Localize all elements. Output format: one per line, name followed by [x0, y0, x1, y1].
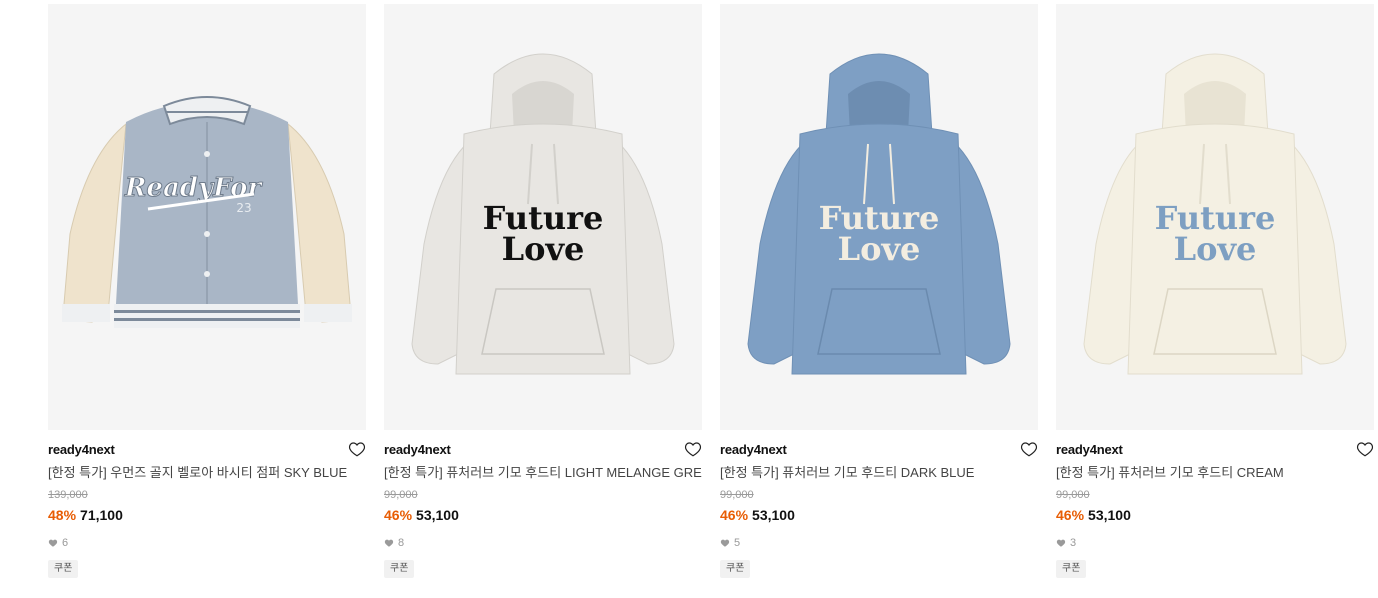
- svg-text:Love: Love: [1174, 230, 1257, 268]
- product-image[interactable]: ReadyFor 23: [48, 4, 366, 430]
- product-title[interactable]: [한정 특가] 우먼즈 골지 벨로아 바시티 점퍼 SKY BLUE: [48, 465, 366, 481]
- like-count-value: 5: [734, 537, 741, 549]
- sale-price: 71,100: [80, 507, 123, 523]
- original-price: 99,000: [384, 489, 418, 501]
- coupon-badge: 쿠폰: [1056, 560, 1087, 578]
- price-row: 46% 53,100: [384, 506, 702, 524]
- price-row: 46% 53,100: [720, 506, 1038, 524]
- heart-filled-icon: [720, 539, 730, 547]
- heart-filled-icon: [384, 539, 394, 547]
- like-count: 6: [48, 536, 366, 550]
- discount-rate: 46%: [1056, 507, 1085, 523]
- product-grid: ReadyFor 23 ready4next [한정 특가] 우먼즈 골지 벨로…: [0, 0, 1378, 598]
- sale-price: 53,100: [1088, 507, 1131, 523]
- like-count-value: 6: [62, 537, 69, 549]
- discount-rate: 48%: [48, 507, 77, 523]
- original-price: 99,000: [720, 489, 754, 501]
- heart-filled-icon: [1056, 539, 1066, 547]
- like-count-value: 8: [398, 537, 405, 549]
- heart-filled-icon: [48, 539, 58, 547]
- wishlist-heart-icon[interactable]: [1020, 440, 1038, 458]
- product-card[interactable]: Future Love ready4next [한정 특가] 퓨처러브 기모 후…: [720, 4, 1038, 578]
- varsity-jacket-illustration: ReadyFor 23: [62, 96, 352, 328]
- brand-name[interactable]: ready4next: [48, 442, 366, 458]
- like-count-value: 3: [1070, 537, 1077, 549]
- price-row: 46% 53,100: [1056, 506, 1374, 524]
- discount-rate: 46%: [384, 507, 413, 523]
- brand-name[interactable]: ready4next: [720, 442, 1038, 458]
- product-image[interactable]: Future Love: [384, 4, 702, 430]
- sale-price: 53,100: [752, 507, 795, 523]
- like-count: 8: [384, 536, 702, 550]
- svg-text:Love: Love: [838, 230, 921, 268]
- product-card[interactable]: ReadyFor 23 ready4next [한정 특가] 우먼즈 골지 벨로…: [48, 4, 366, 578]
- svg-text:Love: Love: [502, 230, 585, 268]
- wishlist-heart-icon[interactable]: [1356, 440, 1374, 458]
- coupon-badge: 쿠폰: [384, 560, 415, 578]
- sale-price: 53,100: [416, 507, 459, 523]
- product-title[interactable]: [한정 특가] 퓨처러브 기모 후드티 CREAM: [1056, 465, 1374, 481]
- price-row: 48% 71,100: [48, 506, 366, 524]
- like-count: 5: [720, 536, 1038, 550]
- wishlist-heart-icon[interactable]: [684, 440, 702, 458]
- svg-text:ReadyFor: ReadyFor: [124, 173, 264, 203]
- wishlist-heart-icon[interactable]: [348, 440, 366, 458]
- hoodie-illustration: Future Love: [1083, 53, 1347, 375]
- svg-text:23: 23: [236, 201, 251, 215]
- product-card[interactable]: Future Love ready4next [한정 특가] 퓨처러브 기모 후…: [1056, 4, 1374, 578]
- brand-name[interactable]: ready4next: [384, 442, 702, 458]
- original-price: 139,000: [48, 489, 88, 501]
- brand-name[interactable]: ready4next: [1056, 442, 1374, 458]
- product-title[interactable]: [한정 특가] 퓨처러브 기모 후드티 LIGHT MELANGE GREY: [384, 465, 702, 481]
- discount-rate: 46%: [720, 507, 749, 523]
- product-image[interactable]: Future Love: [1056, 4, 1374, 430]
- original-price: 99,000: [1056, 489, 1090, 501]
- hoodie-illustration: Future Love: [411, 53, 675, 375]
- product-image[interactable]: Future Love: [720, 4, 1038, 430]
- hoodie-illustration: Future Love: [747, 53, 1011, 375]
- coupon-badge: 쿠폰: [48, 560, 79, 578]
- product-card[interactable]: Future Love ready4next [한정 특가] 퓨처러브 기모 후…: [384, 4, 702, 578]
- coupon-badge: 쿠폰: [720, 560, 751, 578]
- product-title[interactable]: [한정 특가] 퓨처러브 기모 후드티 DARK BLUE: [720, 465, 1038, 481]
- like-count: 3: [1056, 536, 1374, 550]
